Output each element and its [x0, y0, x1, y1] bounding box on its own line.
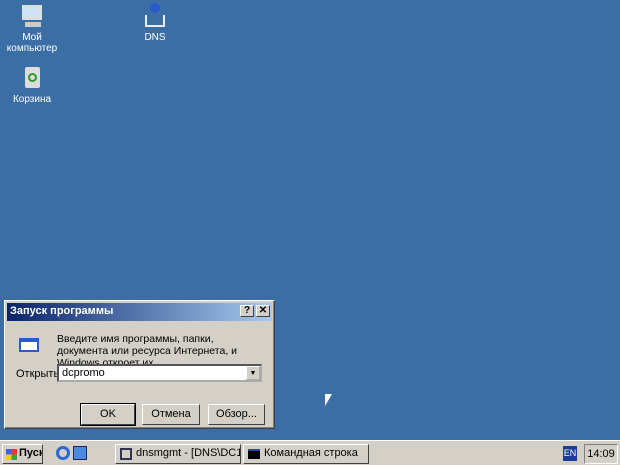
- icon-label: Корзина: [12, 94, 52, 105]
- show-desktop-icon[interactable]: [73, 446, 87, 460]
- mouse-cursor-icon: [325, 394, 332, 406]
- browse-button[interactable]: Обзор...: [208, 404, 265, 425]
- dialog-title: Запуск программы: [10, 305, 114, 317]
- open-label: Открыть:: [16, 368, 63, 380]
- start-label: Пуск: [19, 447, 43, 459]
- desktop-icon-my-computer[interactable]: Мой компьютер: [0, 3, 67, 54]
- desktop-icon-recycle-bin[interactable]: Корзина: [0, 65, 67, 105]
- cmd-icon: [248, 449, 260, 459]
- dialog-titlebar[interactable]: Запуск программы ? ✕: [7, 303, 272, 321]
- run-dialog: Запуск программы ? ✕ Введите имя програм…: [4, 300, 275, 429]
- language-indicator[interactable]: EN: [563, 446, 577, 461]
- dropdown-arrow-icon[interactable]: ▼: [246, 366, 260, 380]
- dns-icon: [142, 3, 168, 29]
- windows-logo-icon: [6, 449, 17, 460]
- run-icon: [19, 338, 39, 352]
- ok-button[interactable]: OK: [80, 403, 136, 426]
- icon-label: Мой компьютер: [6, 32, 58, 54]
- start-button[interactable]: Пуск: [2, 444, 43, 464]
- help-button[interactable]: ?: [240, 305, 254, 317]
- ie-icon[interactable]: [56, 446, 70, 460]
- open-input[interactable]: dcpromo: [62, 367, 105, 379]
- computer-icon: [19, 3, 45, 29]
- dns-icon: [120, 448, 132, 460]
- task-dnsmgmt[interactable]: dnsmgmt - [DNS\DC1\Зо...: [115, 444, 241, 464]
- taskbar: Пуск dnsmgmt - [DNS\DC1\Зо... Командная …: [0, 440, 620, 465]
- open-combobox[interactable]: dcpromo ▼: [57, 364, 262, 382]
- close-button[interactable]: ✕: [256, 305, 270, 317]
- task-label: Командная строка: [264, 447, 358, 459]
- icon-label: DNS: [144, 32, 166, 43]
- cancel-button[interactable]: Отмена: [142, 404, 200, 425]
- clock[interactable]: 14:09: [584, 444, 618, 464]
- task-label: dnsmgmt - [DNS\DC1\Зо...: [136, 447, 240, 459]
- task-command-prompt[interactable]: Командная строка: [243, 444, 369, 464]
- recycle-bin-icon: [19, 65, 45, 91]
- desktop-icon-dns[interactable]: DNS: [120, 3, 190, 43]
